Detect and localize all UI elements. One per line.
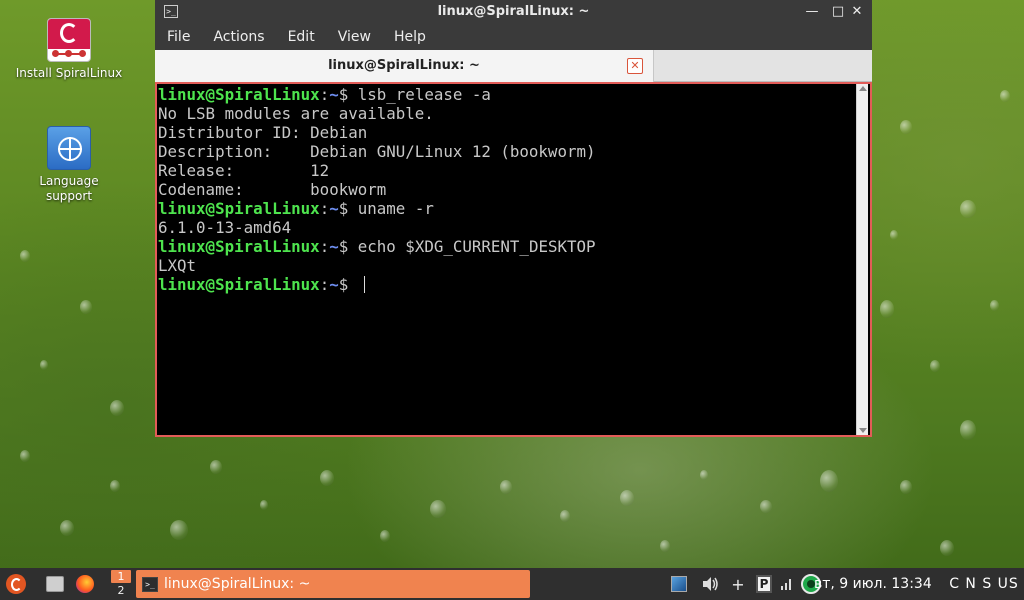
globe-icon	[47, 126, 91, 170]
minimize-button[interactable]: —	[803, 3, 821, 21]
scroll-up-arrow-icon[interactable]	[859, 86, 867, 91]
menu-actions[interactable]: Actions	[213, 29, 264, 45]
terminal-output-line: LXQt	[158, 256, 197, 275]
firefox-icon	[76, 575, 94, 593]
prompt-path: ~	[329, 85, 339, 104]
prompt-user: linux@SpiralLinux	[158, 199, 320, 218]
prompt-colon: :	[319, 275, 330, 294]
desktop-icon-install[interactable]: Install SpiralLinux	[14, 18, 124, 81]
clipboard-tray[interactable]: P	[754, 568, 774, 600]
scroll-down-arrow-icon[interactable]	[859, 428, 867, 433]
command-text: echo $XDG_CURRENT_DESKTOP	[357, 237, 596, 256]
terminal-output-line: No LSB modules are available.	[158, 104, 434, 123]
terminal-command-line: linux@SpiralLinux:~$	[158, 275, 596, 294]
clock[interactable]: вт, 9 июл. 13:34	[814, 568, 938, 600]
terminal-command-line: linux@SpiralLinux:~$ echo $XDG_CURRENT_D…	[158, 237, 596, 256]
desktop-icon-language-support[interactable]: Language support	[14, 126, 124, 204]
keyboard-layout-indicator[interactable]: C N S US	[948, 568, 1020, 600]
prompt-colon: :	[319, 199, 330, 218]
add-tray-button[interactable]: +	[730, 568, 746, 600]
file-manager-launcher[interactable]	[44, 568, 66, 600]
prompt-path: ~	[329, 199, 339, 218]
tab-close-button[interactable]: ✕	[627, 58, 643, 74]
terminal-output-line: 6.1.0-13-amd64	[158, 218, 292, 237]
desktop-icon-label: Install SpiralLinux	[15, 66, 123, 80]
window-title: linux@SpiralLinux: ~	[437, 4, 590, 19]
terminal-command-line: linux@SpiralLinux:~$ uname -r	[158, 199, 596, 218]
terminal-area[interactable]: linux@SpiralLinux:~$ lsb_release -a No LS…	[155, 82, 872, 437]
close-button[interactable]: ✕	[848, 3, 866, 21]
terminal-icon: >_	[142, 576, 158, 592]
prompt-sign: $	[338, 199, 358, 218]
prompt-colon: :	[319, 237, 330, 256]
menu-help[interactable]: Help	[394, 29, 426, 45]
prompt-path: ~	[329, 275, 339, 294]
workspace-pager: 1 2	[110, 568, 132, 600]
firefox-launcher[interactable]	[74, 568, 96, 600]
command-text: uname -r	[357, 199, 434, 218]
terminal-output-line: Codename: bookworm	[158, 180, 387, 199]
prompt-sign: $	[338, 275, 358, 294]
tab-bar: linux@SpiralLinux: ~ ✕	[155, 50, 872, 82]
taskbar-window-button[interactable]: >_ linux@SpiralLinux: ~	[136, 570, 530, 598]
menu-view[interactable]: View	[338, 29, 371, 45]
network-tray[interactable]	[778, 568, 796, 600]
maximize-button[interactable]: □	[829, 3, 847, 21]
menu-edit[interactable]: Edit	[288, 29, 315, 45]
command-text: lsb_release -a	[357, 85, 491, 104]
terminal-output: linux@SpiralLinux:~$ lsb_release -a No LS…	[158, 85, 596, 294]
prompt-user: linux@SpiralLinux	[158, 85, 320, 104]
volume-tray[interactable]	[700, 568, 720, 600]
terminal-command-line: linux@SpiralLinux:~$ lsb_release -a	[158, 85, 596, 104]
taskbar: 1 2 >_ linux@SpiralLinux: ~ + P вт, 9 ию…	[0, 568, 1024, 600]
workspace-2[interactable]: 2	[111, 583, 131, 598]
tab-title: linux@SpiralLinux: ~	[328, 58, 480, 73]
text-cursor	[363, 276, 365, 293]
folder-icon	[46, 576, 64, 592]
prompt-path: ~	[329, 237, 339, 256]
screen-icon	[671, 576, 687, 592]
desktop-icon-label: Language support	[39, 174, 99, 203]
menu-file[interactable]: File	[167, 29, 190, 45]
speaker-icon	[703, 577, 718, 591]
terminal-output-line: Release: 12	[158, 161, 330, 180]
prompt-sign: $	[338, 237, 358, 256]
clipboard-icon: P	[756, 575, 772, 593]
screenshot-tray[interactable]	[670, 568, 688, 600]
prompt-sign: $	[338, 85, 358, 104]
prompt-user: linux@SpiralLinux	[158, 237, 320, 256]
prompt-user: linux@SpiralLinux	[158, 275, 320, 294]
signal-bars-icon	[781, 579, 791, 590]
terminal-output-line: Description: Debian GNU/Linux 12 (bookwo…	[158, 142, 596, 161]
terminal-scrollbar[interactable]	[856, 84, 868, 435]
taskbar-window-label: linux@SpiralLinux: ~	[164, 576, 311, 592]
prompt-colon: :	[319, 85, 330, 104]
workspace-1[interactable]: 1	[111, 570, 131, 583]
tab-terminal[interactable]: linux@SpiralLinux: ~ ✕	[155, 50, 654, 82]
window-titlebar[interactable]: >_ linux@SpiralLinux: ~ — □ ✕	[155, 0, 872, 24]
terminal-window: >_ linux@SpiralLinux: ~ — □ ✕ File Actio…	[155, 0, 872, 437]
installer-icon	[47, 18, 91, 62]
spiral-logo-icon	[6, 574, 26, 594]
terminal-output-line: Distributor ID: Debian	[158, 123, 368, 142]
menu-bar: File Actions Edit View Help	[155, 24, 872, 50]
main-menu-button[interactable]	[4, 568, 28, 600]
